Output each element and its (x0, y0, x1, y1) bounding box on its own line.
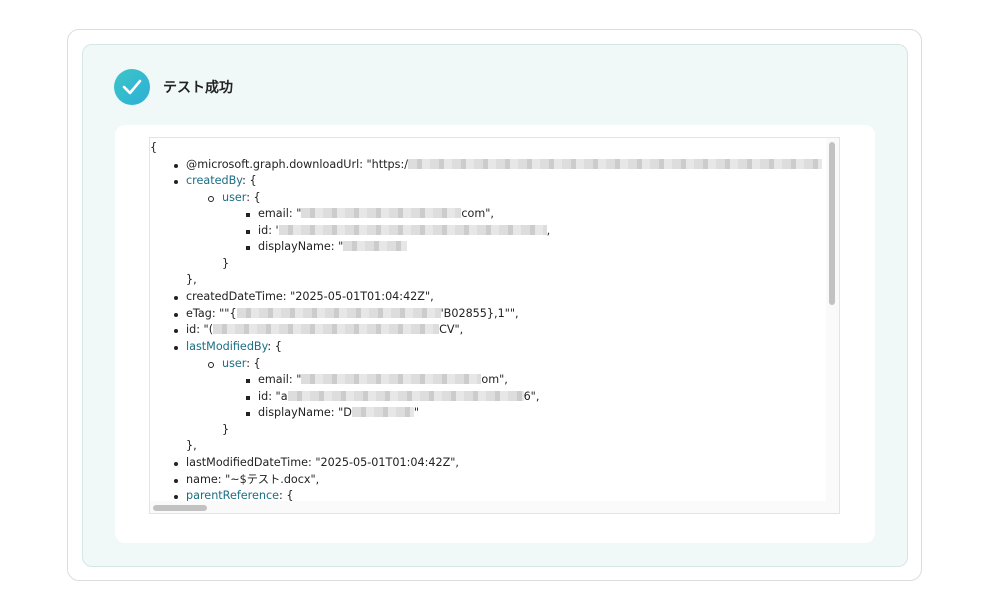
json-open-brace: { (150, 141, 158, 154)
bullet-icon (174, 296, 178, 300)
json-line-modified-email: email: " om", (258, 373, 508, 386)
bullet-square-icon (246, 246, 250, 250)
redacted-value (287, 391, 524, 401)
json-close-brace: }, (186, 273, 197, 286)
json-line-created-by: createdBy: { (186, 174, 257, 187)
bullet-icon (174, 479, 178, 483)
json-line-created-id: id: ', (258, 224, 551, 237)
redacted-value (236, 308, 441, 318)
json-line-created-name: displayName: " (258, 239, 408, 256)
json-line-modified-id: id: "a 6", (258, 390, 540, 403)
redacted-value (408, 159, 823, 169)
bullet-square-icon (246, 396, 250, 400)
bullet-square-icon (246, 230, 250, 234)
bullet-square-icon (246, 379, 250, 383)
result-header: テスト成功 (114, 69, 233, 105)
redacted-value (351, 407, 414, 417)
redacted-value (343, 241, 408, 251)
json-line-created-user: user: { (222, 191, 261, 204)
bullet-square-icon (246, 412, 250, 416)
json-line-id: id: "(CV", (186, 323, 464, 336)
json-line-parent-reference: parentReference: { (186, 489, 294, 501)
redacted-value (278, 225, 547, 235)
json-line-created-email: email: " com", (258, 207, 494, 220)
bullet-icon (174, 180, 178, 184)
bullet-ring-icon (208, 362, 214, 368)
redacted-value (213, 324, 440, 334)
check-circle-icon (114, 69, 150, 105)
redacted-value (301, 374, 482, 384)
json-close-brace: } (222, 257, 230, 270)
json-line-download-url: @microsoft.graph.downloadUrl: "https:/ (186, 157, 823, 174)
bullet-square-icon (246, 213, 250, 217)
json-key-created-by[interactable]: createdBy (186, 174, 242, 187)
result-title: テスト成功 (163, 80, 233, 96)
json-line-modified-name: displayName: "D " (258, 406, 419, 419)
json-content: { @microsoft.graph.downloadUrl: "https:/… (150, 138, 826, 501)
bullet-ring-icon (208, 196, 214, 202)
json-line-created-datetime: createdDateTime: "2025-05-01T01:04:42Z", (186, 290, 434, 303)
json-close-brace: }, (186, 439, 197, 452)
json-key-modified-user[interactable]: user (222, 357, 246, 370)
bullet-icon (174, 329, 178, 333)
bullet-icon (174, 346, 178, 350)
bullet-icon (174, 164, 178, 168)
json-key-created-user[interactable]: user (222, 191, 246, 204)
json-line-modified-user: user: { (222, 357, 261, 370)
horizontal-scrollbar[interactable] (150, 501, 839, 513)
json-line-name: name: "~$テスト.docx", (186, 473, 320, 486)
bullet-icon (174, 313, 178, 317)
bullet-icon (174, 462, 178, 466)
vertical-scrollbar-thumb[interactable] (829, 142, 835, 305)
json-key-last-modified-by[interactable]: lastModifiedBy (186, 340, 267, 353)
bullet-icon (174, 495, 178, 499)
json-line-etag: eTag: ""{'B02855},1"", (186, 307, 519, 320)
json-line-last-modified-datetime: lastModifiedDateTime: "2025-05-01T01:04:… (186, 456, 459, 469)
json-close-brace: } (222, 423, 230, 436)
json-key-parent-reference[interactable]: parentReference (186, 489, 279, 501)
redacted-value (301, 208, 462, 218)
horizontal-scrollbar-thumb[interactable] (153, 505, 207, 511)
json-line-last-modified-by: lastModifiedBy: { (186, 340, 282, 353)
json-viewer[interactable]: { @microsoft.graph.downloadUrl: "https:/… (149, 137, 840, 514)
